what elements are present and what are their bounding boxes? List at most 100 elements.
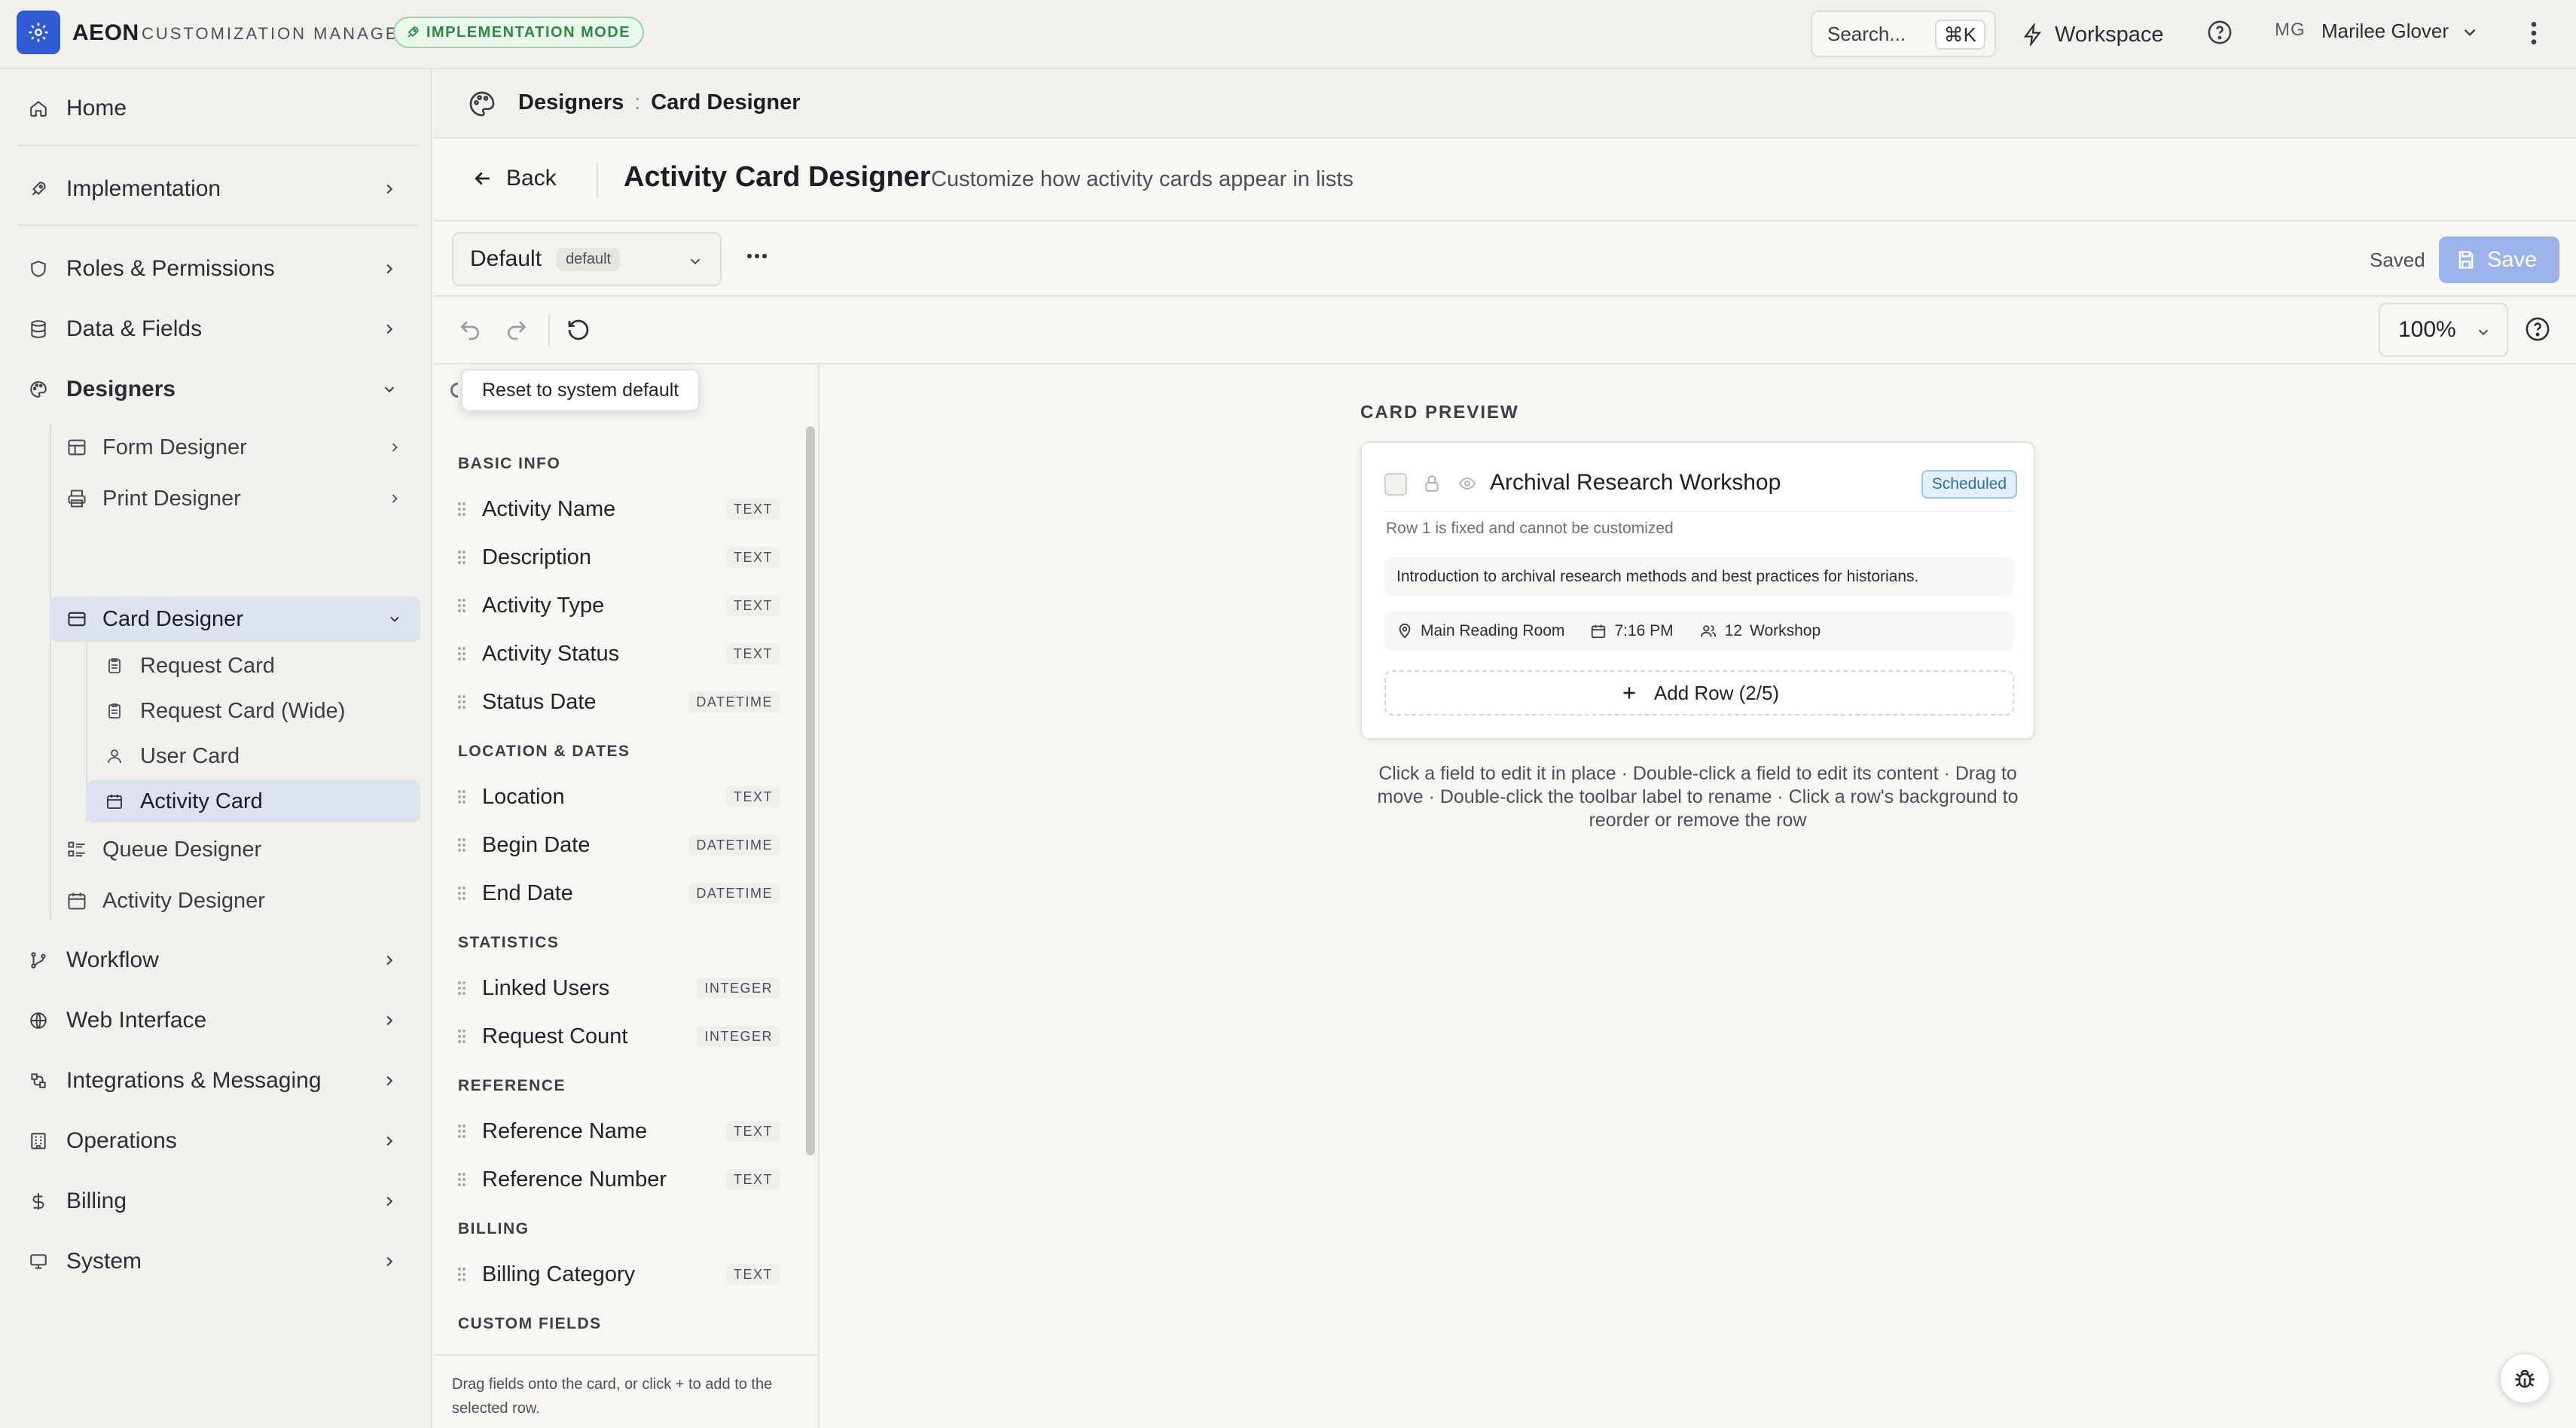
- top-bar: AEON CUSTOMIZATION MANAGER IMPLEMENTATIO…: [0, 0, 2576, 69]
- sidebar-item-home[interactable]: Home: [18, 84, 417, 133]
- card-row-meta[interactable]: Main Reading Room 7:16 PM 12 Workshop: [1384, 612, 2014, 651]
- sidebar-item-designers[interactable]: Designers: [18, 365, 417, 414]
- save-button[interactable]: Save: [2439, 236, 2559, 283]
- sub-item-label: Card Designer: [102, 606, 243, 631]
- card-row-description[interactable]: Introduction to archival research method…: [1384, 557, 2014, 597]
- drag-handle-icon[interactable]: [456, 1122, 467, 1140]
- card-linked-users[interactable]: 12: [1725, 622, 1742, 640]
- bug-report-icon[interactable]: [2499, 1353, 2550, 1404]
- status-badge[interactable]: Scheduled: [1921, 470, 2017, 499]
- sidebar-item-user-card[interactable]: User Card: [86, 735, 420, 777]
- palette-field[interactable]: Begin Date DATETIME: [456, 827, 780, 863]
- sidebar-item-web-interface[interactable]: Web Interface: [18, 996, 417, 1045]
- palette-scrollbar[interactable]: [806, 426, 815, 1155]
- palette-field[interactable]: Location TEXT: [456, 779, 780, 815]
- chevron-right-icon: [387, 491, 402, 506]
- select-checkbox[interactable]: [1384, 473, 1407, 496]
- group-header: CUSTOM FIELDS: [458, 1315, 602, 1332]
- palette-field[interactable]: Activity Name TEXT: [456, 491, 780, 527]
- zoom-select[interactable]: 100%: [2379, 303, 2508, 357]
- palette-field[interactable]: Reference Name TEXT: [456, 1113, 780, 1149]
- drag-handle-icon[interactable]: [456, 645, 467, 663]
- layout-select[interactable]: Default default: [452, 232, 722, 286]
- field-type-badge: INTEGER: [697, 1026, 780, 1047]
- monitor-icon: [18, 1250, 48, 1273]
- drag-handle-icon[interactable]: [456, 1170, 467, 1188]
- help-icon[interactable]: [2525, 316, 2550, 342]
- group-header: BASIC INFO: [458, 455, 561, 472]
- chevron-down-icon[interactable]: [2460, 23, 2480, 42]
- drag-handle-icon[interactable]: [456, 500, 467, 518]
- field-type-badge: DATETIME: [688, 835, 780, 856]
- drag-handle-icon[interactable]: [456, 979, 467, 997]
- divider: [18, 224, 417, 226]
- sidebar-item-roles[interactable]: Roles & Permissions: [18, 244, 417, 294]
- breadcrumb-parent[interactable]: Designers: [518, 90, 624, 115]
- help-icon[interactable]: [2207, 20, 2233, 45]
- search-input[interactable]: Search... ⌘K: [1811, 11, 1996, 57]
- palette-icon: [18, 378, 48, 401]
- sidebar-item-request-card-wide[interactable]: Request Card (Wide): [86, 690, 420, 732]
- group-header: LOCATION & DATES: [458, 743, 630, 760]
- palette-field[interactable]: Activity Status TEXT: [456, 636, 780, 672]
- reset-icon[interactable]: [566, 318, 591, 342]
- palette-field[interactable]: Description TEXT: [456, 539, 780, 575]
- workflow-icon: [18, 949, 48, 972]
- user-menu-name[interactable]: Marilee Glover: [2321, 20, 2449, 43]
- implementation-mode-badge: IMPLEMENTATION MODE: [393, 17, 645, 48]
- card-row-header[interactable]: Archival Research Workshop Scheduled: [1384, 470, 2017, 500]
- add-row-button[interactable]: Add Row (2/5): [1384, 670, 2014, 716]
- sidebar-item-card-designer[interactable]: Card Designer: [50, 597, 420, 642]
- field-name: Billing Category: [482, 1262, 636, 1286]
- drag-handle-icon[interactable]: [456, 548, 467, 566]
- sidebar-item-request-card[interactable]: Request Card: [86, 645, 420, 687]
- more-vertical-icon[interactable]: [2525, 18, 2543, 48]
- more-horizontal-icon[interactable]: [746, 252, 768, 261]
- sidebar-item-form-designer[interactable]: Form Designer: [50, 425, 420, 470]
- drag-handle-icon[interactable]: [456, 693, 467, 711]
- sidebar-item-integrations[interactable]: Integrations & Messaging: [18, 1056, 417, 1106]
- sidebar-item-print-designer[interactable]: Print Designer: [50, 476, 420, 521]
- sidebar-item-data-fields[interactable]: Data & Fields: [18, 304, 417, 354]
- drag-handle-icon[interactable]: [456, 597, 467, 615]
- app-logo-icon[interactable]: [17, 11, 60, 54]
- save-icon: [2455, 249, 2477, 270]
- drag-handle-icon[interactable]: [456, 1027, 467, 1045]
- undo-icon[interactable]: [458, 318, 482, 342]
- redo-icon[interactable]: [505, 318, 529, 342]
- back-button[interactable]: Back: [472, 166, 557, 191]
- card-description[interactable]: Introduction to archival research method…: [1396, 568, 1918, 586]
- card-location[interactable]: Main Reading Room: [1421, 622, 1564, 640]
- field-name: Linked Users: [482, 975, 610, 1000]
- drag-handle-icon[interactable]: [456, 1265, 467, 1283]
- sidebar-item-label: Workflow: [66, 947, 159, 972]
- card-title[interactable]: Archival Research Workshop: [1490, 470, 1781, 496]
- palette-field[interactable]: Activity Type TEXT: [456, 587, 780, 624]
- printer-icon: [66, 488, 89, 509]
- avatar[interactable]: MG: [2275, 20, 2306, 41]
- search-shortcut: ⌘K: [1934, 20, 1985, 50]
- sidebar-item-activity-card[interactable]: Activity Card: [86, 780, 420, 822]
- map-pin-icon: [1396, 623, 1413, 639]
- sidebar-item-label: Data & Fields: [66, 316, 203, 341]
- drag-handle-icon[interactable]: [456, 836, 467, 854]
- sidebar-item-system[interactable]: System: [18, 1237, 417, 1286]
- palette-field[interactable]: Billing Category TEXT: [456, 1256, 780, 1292]
- palette-field[interactable]: Reference Number TEXT: [456, 1161, 780, 1198]
- sidebar-item-operations[interactable]: Operations: [18, 1116, 417, 1166]
- workspace-button[interactable]: Workspace: [2022, 14, 2164, 56]
- drag-handle-icon[interactable]: [456, 788, 467, 806]
- activity-card-preview[interactable]: Archival Research Workshop Scheduled Row…: [1360, 441, 2035, 740]
- sidebar-item-billing[interactable]: Billing: [18, 1176, 417, 1226]
- sidebar-item-workflow[interactable]: Workflow: [18, 935, 417, 985]
- sidebar-item-implementation[interactable]: Implementation: [18, 164, 417, 214]
- field-name: Location: [482, 784, 565, 809]
- palette-field[interactable]: End Date DATETIME: [456, 875, 780, 911]
- palette-field[interactable]: Linked Users INTEGER: [456, 970, 780, 1006]
- palette-field[interactable]: Status Date DATETIME: [456, 684, 780, 720]
- palette-field[interactable]: Request Count INTEGER: [456, 1018, 780, 1054]
- card-activity-type[interactable]: Workshop: [1750, 622, 1821, 640]
- card-time[interactable]: 7:16 PM: [1614, 622, 1673, 640]
- sub-item-label: Print Designer: [102, 486, 241, 511]
- drag-handle-icon[interactable]: [456, 884, 467, 902]
